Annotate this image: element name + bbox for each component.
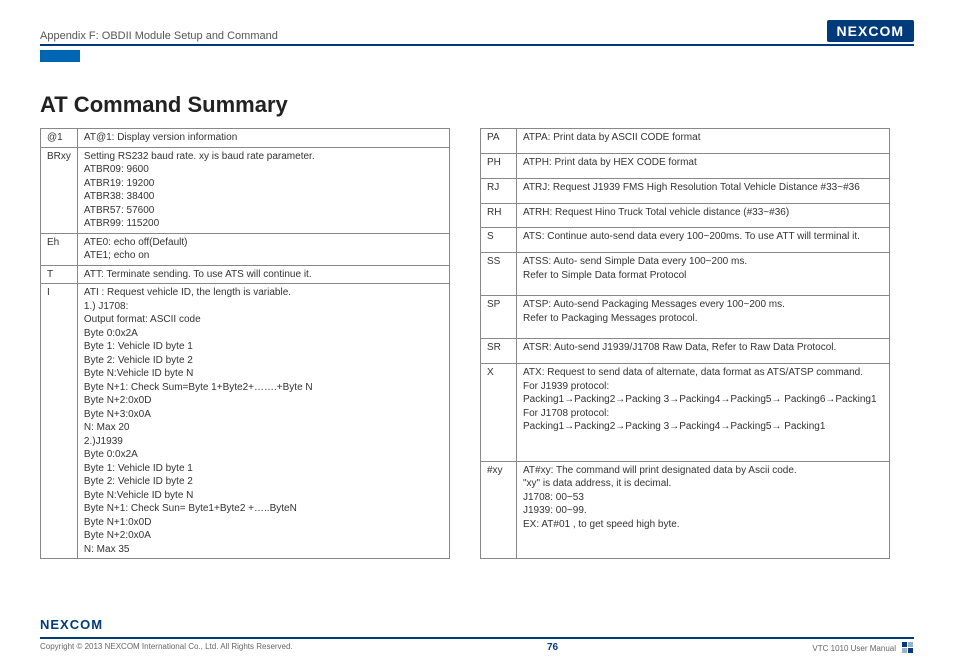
manual-name: VTC 1010 User Manual [812, 644, 896, 653]
command-code: Eh [41, 233, 78, 265]
table-row: IATI : Request vehicle ID, the length is… [41, 284, 450, 559]
command-desc: ATRJ: Request J1939 FMS High Resolution … [517, 178, 890, 203]
command-table-right: PAATPA: Print data by ASCII CODE formatP… [480, 128, 890, 559]
table-row: SPATSP: Auto-send Packaging Messages eve… [481, 296, 890, 339]
command-desc: ATE0: echo off(Default)ATE1; echo on [77, 233, 449, 265]
command-table-left: @1AT@1: Display version informationBRxyS… [40, 128, 450, 559]
page-footer: NEXCOM Copyright © 2013 NEXCOM Internati… [40, 637, 914, 654]
table-row: PHATPH: Print data by HEX CODE format [481, 153, 890, 178]
blue-accent [40, 50, 80, 62]
command-desc: Setting RS232 baud rate. xy is baud rate… [77, 147, 449, 233]
command-desc: ATSP: Auto-send Packaging Messages every… [517, 296, 890, 339]
command-desc: AT#xy: The command will print designated… [517, 461, 890, 558]
table-row: #xyAT#xy: The command will print designa… [481, 461, 890, 558]
command-desc: ATX: Request to send data of alternate, … [517, 364, 890, 461]
command-code: SR [481, 339, 517, 364]
command-desc: ATS: Continue auto-send data every 100~2… [517, 228, 890, 253]
command-code: I [41, 284, 78, 559]
table-row: EhATE0: echo off(Default)ATE1; echo on [41, 233, 450, 265]
table-row: RHATRH: Request Hino Truck Total vehicle… [481, 203, 890, 228]
command-code: S [481, 228, 517, 253]
copyright-text: Copyright © 2013 NEXCOM International Co… [40, 642, 293, 654]
logo-nexcom: NEXCOM [827, 20, 914, 42]
table-row: SATS: Continue auto-send data every 100~… [481, 228, 890, 253]
page-header: Appendix F: OBDII Module Setup and Comma… [40, 20, 914, 46]
command-desc: ATSS: Auto- send Simple Data every 100~2… [517, 253, 890, 296]
tables-container: @1AT@1: Display version informationBRxyS… [40, 128, 914, 559]
footer-logo: NEXCOM [40, 617, 103, 632]
command-desc: ATPA: Print data by ASCII CODE format [517, 129, 890, 154]
command-desc: ATPH: Print data by HEX CODE format [517, 153, 890, 178]
command-code: T [41, 265, 78, 284]
command-code: @1 [41, 129, 78, 148]
table-row: TATT: Terminate sending. To use ATS will… [41, 265, 450, 284]
page-number: 76 [547, 642, 558, 654]
grid-icon [902, 642, 914, 654]
command-code: RJ [481, 178, 517, 203]
footer-line [40, 637, 914, 639]
command-code: #xy [481, 461, 517, 558]
command-desc: ATT: Terminate sending. To use ATS will … [77, 265, 449, 284]
table-row: RJATRJ: Request J1939 FMS High Resolutio… [481, 178, 890, 203]
command-code: X [481, 364, 517, 461]
command-desc: ATSR: Auto-send J1939/J1708 Raw Data, Re… [517, 339, 890, 364]
table-row: PAATPA: Print data by ASCII CODE format [481, 129, 890, 154]
table-row: @1AT@1: Display version information [41, 129, 450, 148]
page-title: AT Command Summary [40, 92, 914, 118]
command-code: SP [481, 296, 517, 339]
command-desc: AT@1: Display version information [77, 129, 449, 148]
command-code: BRxy [41, 147, 78, 233]
table-row: SSATSS: Auto- send Simple Data every 100… [481, 253, 890, 296]
table-row: SRATSR: Auto-send J1939/J1708 Raw Data, … [481, 339, 890, 364]
command-desc: ATRH: Request Hino Truck Total vehicle d… [517, 203, 890, 228]
command-code: PA [481, 129, 517, 154]
command-code: SS [481, 253, 517, 296]
command-code: PH [481, 153, 517, 178]
command-code: RH [481, 203, 517, 228]
appendix-title: Appendix F: OBDII Module Setup and Comma… [40, 30, 278, 42]
command-desc: ATI : Request vehicle ID, the length is … [77, 284, 449, 559]
table-row: BRxySetting RS232 baud rate. xy is baud … [41, 147, 450, 233]
table-row: XATX: Request to send data of alternate,… [481, 364, 890, 461]
